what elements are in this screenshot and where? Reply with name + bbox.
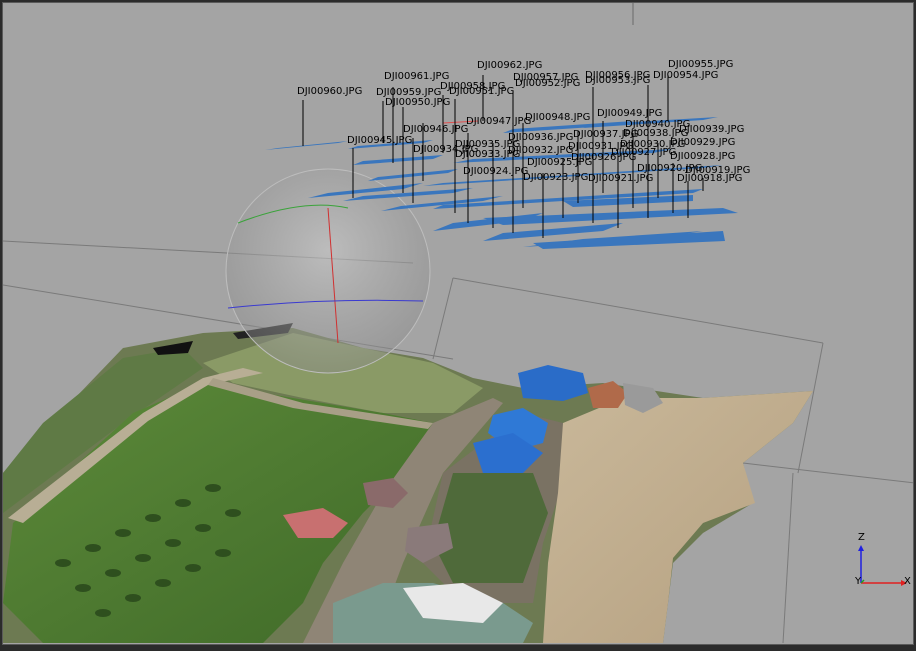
- camera-label[interactable]: DJI00945.JPG: [347, 136, 412, 146]
- camera-label[interactable]: DJI00924.JPG: [463, 167, 528, 177]
- camera-label[interactable]: DJI00939.JPG: [679, 125, 744, 135]
- camera-label[interactable]: DJI00918.JPG: [677, 174, 742, 184]
- camera-label[interactable]: DJI00948.JPG: [525, 113, 590, 123]
- trackball-sphere: [225, 168, 431, 374]
- camera-label[interactable]: DJI00925.JPG: [527, 158, 592, 168]
- camera-label[interactable]: DJI00929.JPG: [670, 138, 735, 148]
- camera-label[interactable]: DJI00933.JPG: [455, 150, 520, 160]
- camera-label[interactable]: DJI00954.JPG: [653, 71, 718, 81]
- camera-label[interactable]: DJI00946.JPG: [403, 125, 468, 135]
- camera-label[interactable]: DJI00960.JPG: [297, 87, 362, 97]
- camera-label[interactable]: DJI00921.JPG: [588, 174, 653, 184]
- camera-label[interactable]: DJI00928.JPG: [670, 152, 735, 162]
- camera-label[interactable]: DJI00955.JPG: [668, 60, 733, 70]
- 3d-model-view[interactable]: DJI00962.JPG DJI00955.JPG DJI00961.JPG D…: [2, 2, 914, 645]
- camera-label[interactable]: DJI00923.JPG: [523, 173, 588, 183]
- axis-gizmo: [858, 545, 907, 586]
- scene-canvas[interactable]: [3, 3, 914, 645]
- camera-label[interactable]: DJI00950.JPG: [385, 98, 450, 108]
- camera-label[interactable]: DJI00952.JPG: [515, 79, 580, 89]
- camera-label[interactable]: DJI00953.JPG: [585, 76, 650, 86]
- camera-label[interactable]: DJI00951.JPG: [449, 87, 514, 97]
- camera-label[interactable]: DJI00949.JPG: [597, 109, 662, 119]
- camera-label[interactable]: DJI00962.JPG: [477, 61, 542, 71]
- axis-x-label: X: [904, 576, 911, 587]
- camera-label[interactable]: DJI00947.JPG: [466, 117, 531, 127]
- camera-label[interactable]: DJI00927.JPG: [611, 148, 676, 158]
- terrain-model: [3, 323, 813, 643]
- axis-y-label: Y: [855, 576, 862, 587]
- axis-z-label: Z: [858, 532, 865, 543]
